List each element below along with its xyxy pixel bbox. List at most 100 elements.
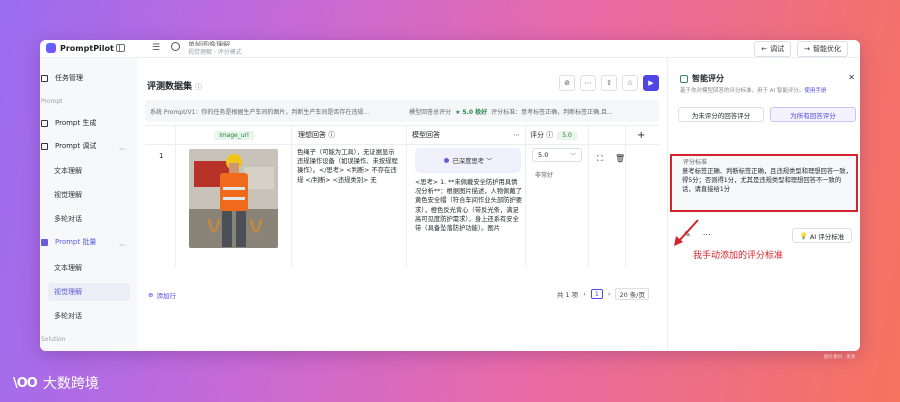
annotation-text: 我手动添加的评分标准: [693, 251, 784, 261]
more-icon[interactable]: ⋯: [580, 75, 596, 91]
debug-button[interactable]: ← 调试: [754, 41, 792, 57]
score-header-tag: 5.0: [557, 130, 577, 140]
row-divider: [145, 144, 659, 145]
sidebar-item-label: Prompt 生成: [55, 119, 97, 127]
system-prompt-bar[interactable]: 系统 Prompt/V1：你的任务是根据生产车间的图片，判断生产车间是否存在违规…: [145, 100, 659, 122]
add-row-button[interactable]: ⊕ 添加行: [148, 290, 176, 300]
column-header-image: image_url: [189, 126, 279, 144]
sidebar-sub-batch-text[interactable]: 文本理解: [54, 263, 82, 273]
pager-size-select[interactable]: 20 条/页: [615, 288, 649, 300]
criteria-label: 评分标准: [683, 159, 708, 166]
sidebar-item-label: 任务管理: [55, 74, 83, 82]
column-header-score: 评分 ⓘ 5.0: [530, 126, 577, 144]
optimize-button[interactable]: → 智能优化: [797, 41, 848, 57]
score-all-button[interactable]: 为所有回答评分: [770, 107, 856, 122]
optimize-label: 智能优化: [813, 45, 841, 53]
info-icon[interactable]: ⓘ: [195, 83, 202, 91]
next-page-icon[interactable]: ›: [608, 290, 611, 298]
task-title: 单帧图像理解: [188, 41, 230, 46]
pager-total: 共 1 项: [556, 291, 579, 299]
sidebar-sub-vision[interactable]: 视觉理解: [54, 190, 82, 200]
add-row-label: 添加行: [156, 292, 176, 300]
sidebar-collapse-icon[interactable]: [116, 44, 125, 52]
score-header-text: 评分: [530, 131, 544, 139]
sidebar: 任务管理 Prompt Prompt 生成 Prompt 调试 ︿ 文本理解 视…: [40, 58, 137, 351]
thinking-toggle[interactable]: 已深度思考 ﹀: [415, 148, 521, 173]
photo-svg: [189, 149, 278, 248]
brand-name: 大数跨境: [42, 376, 99, 392]
column-divider: [588, 126, 589, 267]
forward-arrow-icon: →: [804, 45, 810, 53]
sidebar-sub-multiturn[interactable]: 多轮对话: [54, 214, 82, 224]
column-divider: [525, 126, 526, 267]
column-header-model: 模型回答: [412, 126, 440, 144]
column-divider: [406, 126, 407, 267]
delete-icon[interactable]: 🗑: [615, 154, 625, 163]
footnote: 图片素材 · 来源: [824, 355, 856, 360]
panel-title: 智能评分: [680, 73, 724, 84]
overall-score-badge: ★ 5.0 极好: [455, 108, 488, 116]
plus-circle-icon: ⊕: [148, 291, 154, 299]
sidebar-item-label: Prompt 批量: [55, 238, 97, 246]
pager-page[interactable]: 1: [590, 289, 603, 299]
sidebar-sub-text[interactable]: 文本理解: [54, 166, 82, 176]
score-select[interactable]: 5.0 ﹀: [532, 148, 582, 162]
pagination: 共 1 项 ‹ 1 › 20 条/页: [557, 288, 649, 300]
sidebar-footer-label: Solution: [41, 336, 66, 343]
sidebar-sub-batch-multiturn[interactable]: 多轮对话: [54, 311, 82, 321]
help-icon[interactable]: ⓘ: [328, 130, 335, 140]
image-column-tag: image_url: [214, 130, 254, 140]
sidebar-item-prompt-debug[interactable]: Prompt 调试 ︿: [40, 139, 137, 153]
upload-icon[interactable]: ⇧: [601, 75, 617, 91]
page-title: 评测数据集 ⓘ: [147, 79, 202, 92]
column-divider: [291, 126, 292, 267]
worker-photo[interactable]: [189, 149, 278, 248]
brand-watermark: \OO 大数跨境: [13, 373, 99, 393]
brand-logo-icon: \OO: [13, 375, 38, 391]
debug-icon: [41, 142, 48, 150]
smart-score-panel: 智能评分 ✕ 基于你对模型回答的评分标准，用于 AI 智能评分。使用手册 为未评…: [667, 58, 860, 351]
folder-icon: [41, 74, 48, 82]
menu-icon[interactable]: ☰: [152, 43, 160, 53]
hide-icon[interactable]: ⊘: [559, 75, 575, 91]
chevron-down-icon: ﹀: [569, 153, 576, 160]
expand-icon[interactable]: ⛶: [597, 154, 603, 164]
column-more-icon[interactable]: ⋯: [513, 126, 520, 144]
chevron-up-icon: ︿: [118, 145, 125, 152]
score-unscored-button[interactable]: 为未评分的回答评分: [678, 107, 764, 122]
debug-label: 调试: [770, 45, 785, 53]
app-window: PromptPilot ☰ 单帧图像理解 视觉理解 · 评分模式 ← 调试 → 智能…: [40, 40, 860, 351]
app-icon: [171, 42, 180, 51]
criteria-summary: 评分标准：意考标签正确，判断标签正确,且...: [491, 108, 613, 116]
more-icon[interactable]: ⋯: [703, 230, 711, 239]
bulb-icon: 💡: [799, 231, 808, 240]
help-icon[interactable]: ⓘ: [546, 130, 553, 140]
column-divider: [175, 126, 176, 267]
add-column-icon[interactable]: +: [637, 126, 645, 144]
panel-title-text: 智能评分: [692, 74, 724, 83]
sidebar-item-task-management[interactable]: 任务管理: [40, 71, 137, 85]
logo-icon: [46, 43, 56, 53]
run-button[interactable]: ▶: [643, 75, 659, 91]
model-answer: <思考> 1. **未佩戴安全防护用具情况分析**：根据图片描述，人物佩戴了黄色…: [415, 179, 523, 233]
reference-answer: 色绳子（可能为工具），无证据显示违规操作设备（如误操作、未按规程操作）。</思考…: [297, 149, 398, 184]
panel-description: 基于你对模型回答的评分标准，用于 AI 智能评分。使用手册: [680, 86, 826, 94]
data-table: image_url 理想回答 ⓘ 模型回答 ⋯ 评分 ⓘ 5.0 + 1 色绳子…: [145, 125, 659, 267]
overall-score-label: 模型回答总评分: [409, 108, 452, 116]
star-icon[interactable]: ☆: [622, 75, 638, 91]
close-icon[interactable]: ✕: [848, 73, 855, 82]
ai-criteria-button[interactable]: 💡 AI 评分标准: [792, 228, 852, 243]
sidebar-item-prompt-generate[interactable]: Prompt 生成: [40, 116, 137, 130]
prev-page-icon[interactable]: ‹: [583, 290, 586, 298]
column-divider: [625, 126, 626, 267]
ai-criteria-label: AI 评分标准: [809, 232, 845, 241]
thinking-label: 已深度思考: [452, 158, 485, 165]
sidebar-item-prompt-batch[interactable]: Prompt 批量 ︿: [40, 235, 137, 249]
sidebar-sub-batch-vision[interactable]: 视觉理解: [54, 287, 82, 297]
back-arrow-icon: ←: [761, 45, 768, 53]
panel-description-text: 基于你对模型回答的评分标准，用于 AI 智能评分。: [680, 88, 805, 94]
criteria-text[interactable]: 意考标签正确、判断标签正确，且违规类型和理想回答一致，得5分；否则得1分，尤其是…: [682, 167, 852, 195]
thinking-icon: [443, 158, 449, 163]
manual-link[interactable]: 使用手册: [804, 88, 826, 94]
top-bar: PromptPilot ☰ 单帧图像理解 视觉理解 · 评分模式 ← 调试 → 智能…: [40, 40, 860, 58]
